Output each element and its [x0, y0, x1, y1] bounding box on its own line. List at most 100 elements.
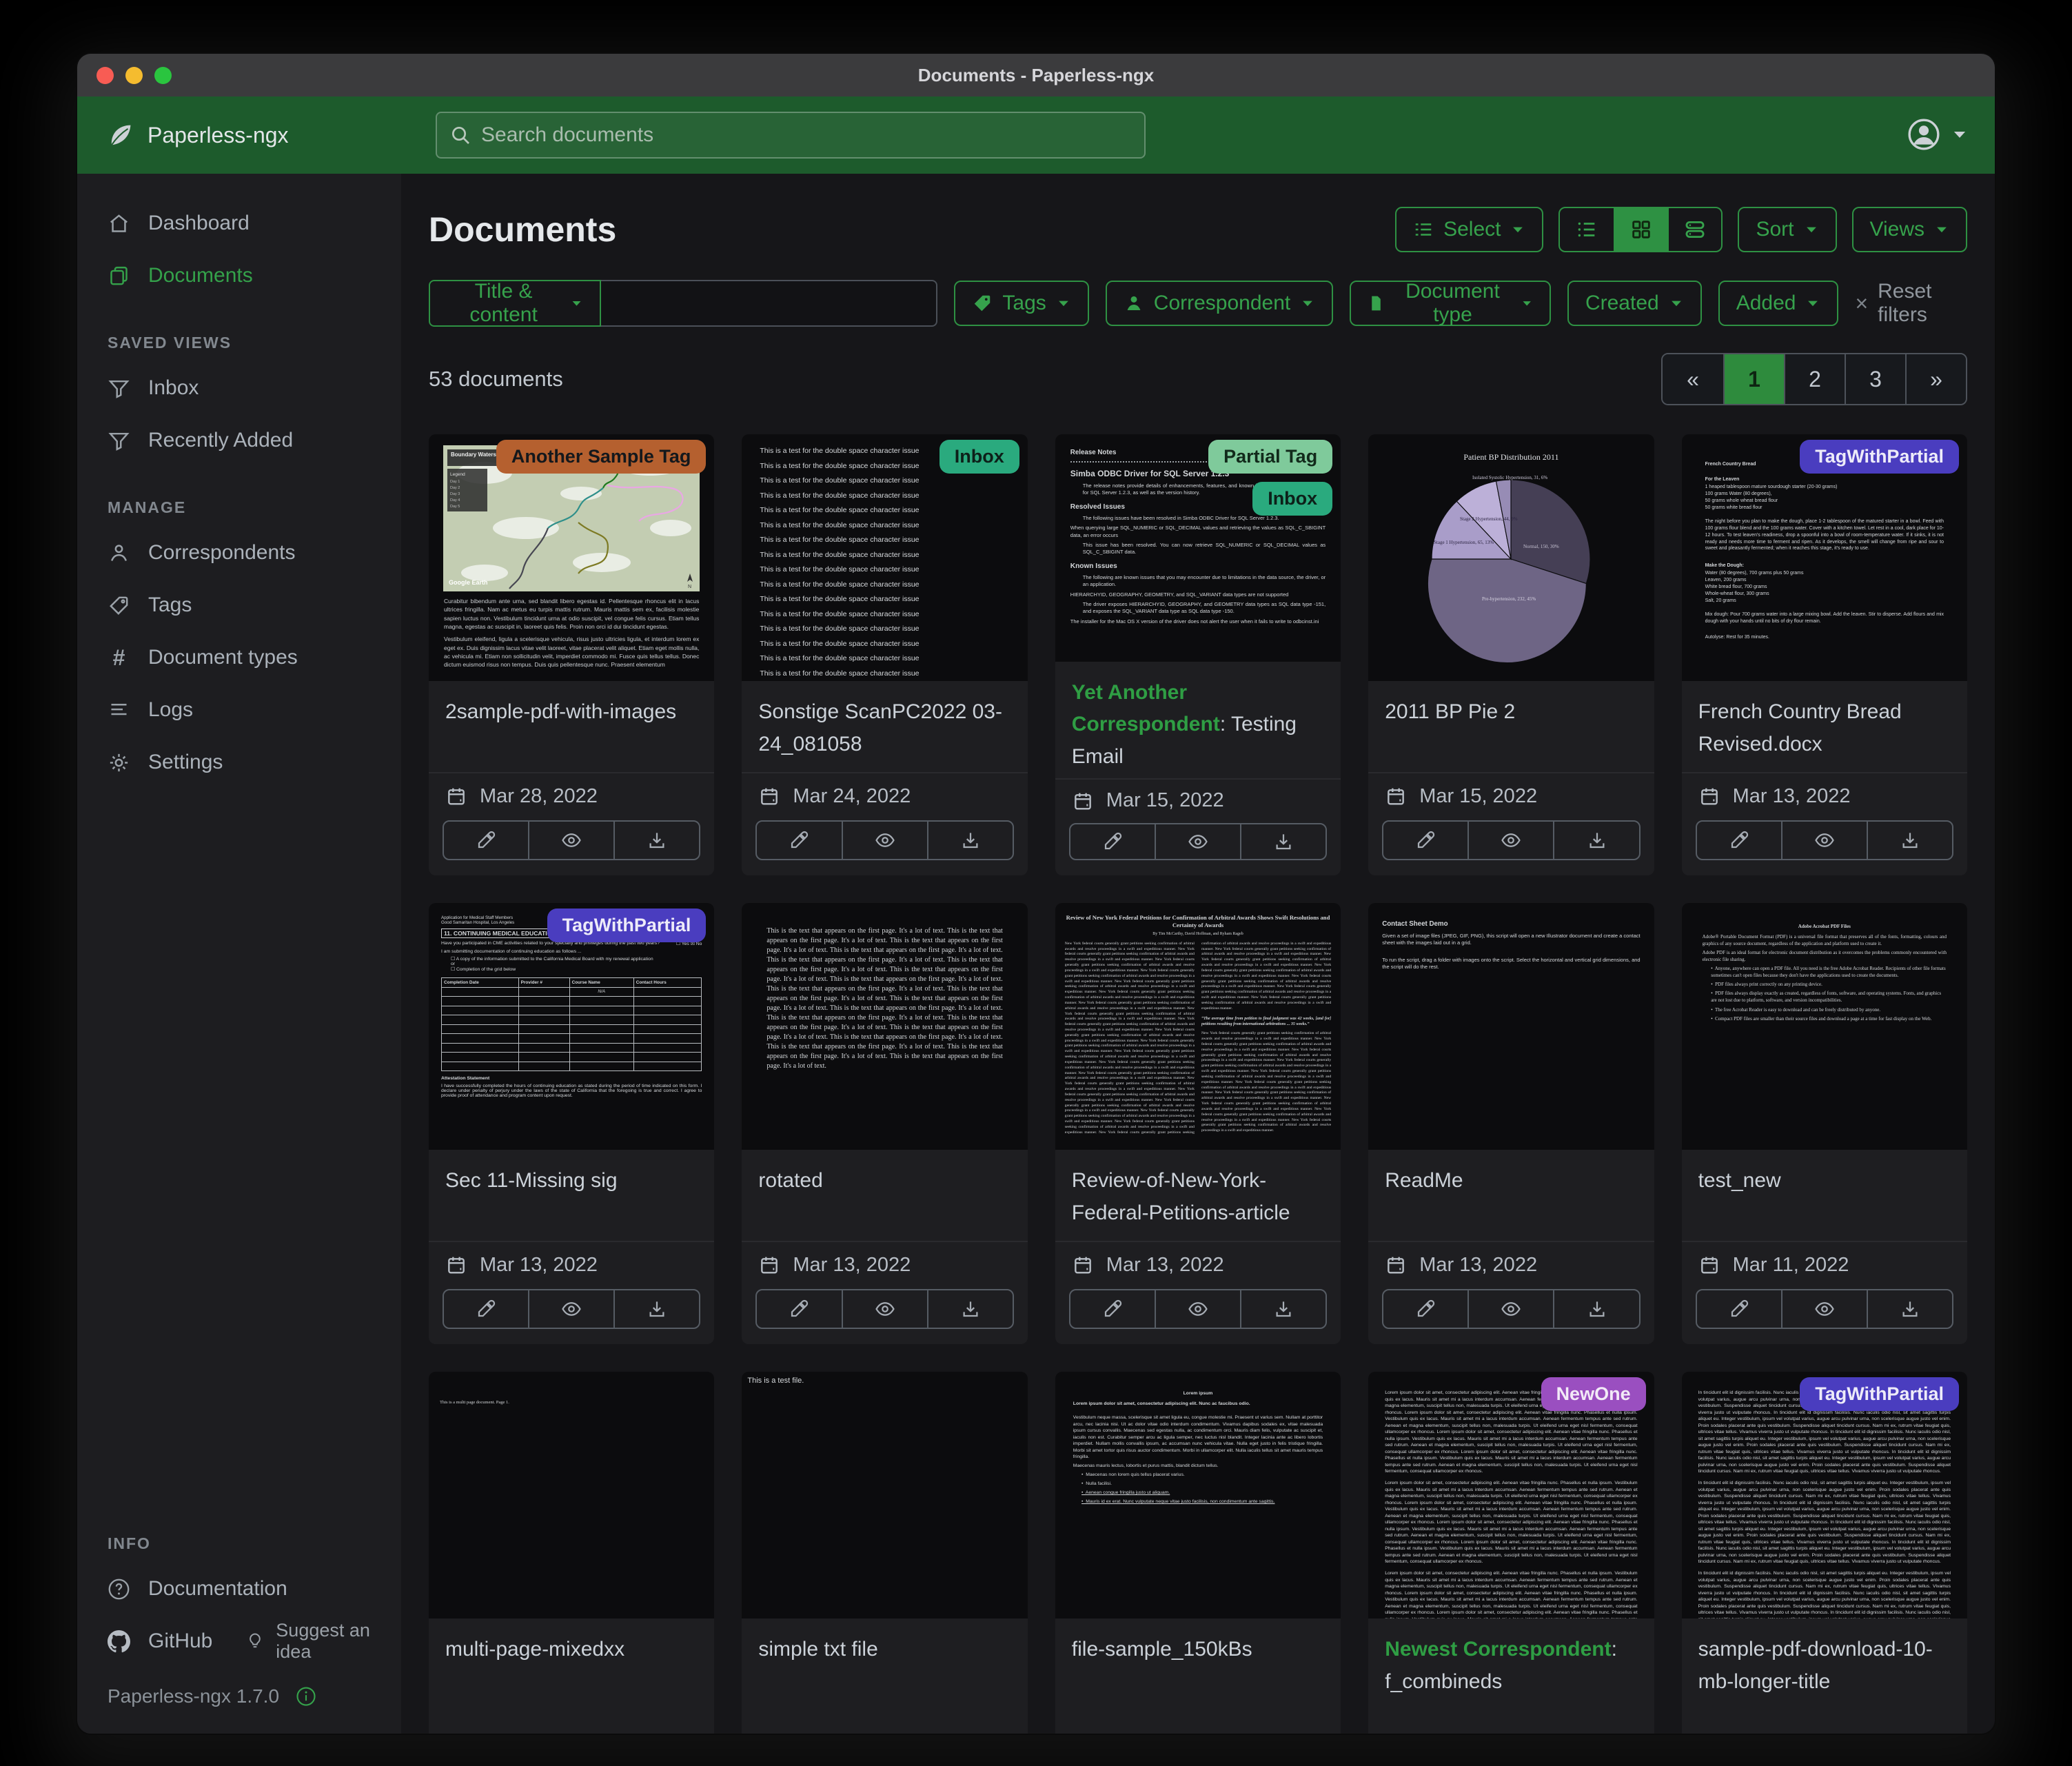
- view-button[interactable]: [528, 1290, 613, 1328]
- view-button[interactable]: [842, 1290, 927, 1328]
- tag-badge[interactable]: NewOne: [1541, 1377, 1646, 1411]
- sidebar-item-document-types[interactable]: #Document types: [77, 631, 401, 684]
- sidebar-item-correspondents[interactable]: Correspondents: [77, 527, 401, 579]
- document-title[interactable]: Sonstige ScanPC2022 03-24_081058: [742, 681, 1027, 773]
- document-count: 53 documents: [429, 367, 563, 392]
- tag-badge[interactable]: Partial Tag: [1208, 440, 1332, 474]
- view-button[interactable]: [1155, 1290, 1240, 1328]
- views-button[interactable]: Views: [1852, 207, 1967, 252]
- tags-filter-button[interactable]: Tags: [954, 281, 1088, 326]
- user-menu[interactable]: [1907, 117, 1969, 152]
- download-button[interactable]: [927, 822, 1013, 859]
- pagination-page-3[interactable]: 3: [1845, 354, 1905, 404]
- select-button[interactable]: Select: [1395, 207, 1543, 252]
- sidebar-item-documentation[interactable]: Documentation: [77, 1563, 401, 1615]
- document-thumbnail[interactable]: Contact Sheet DemoGiven a set of image f…: [1368, 903, 1654, 1150]
- svg-text:Day 4: Day 4: [450, 498, 460, 503]
- edit-button[interactable]: [1070, 1290, 1155, 1328]
- sidebar-item-suggest-idea[interactable]: Suggest an idea: [245, 1620, 401, 1663]
- download-button[interactable]: [613, 822, 699, 859]
- info-icon[interactable]: [296, 1686, 316, 1707]
- sidebar-item-recently-added[interactable]: Recently Added: [77, 414, 401, 467]
- document-thumbnail[interactable]: Lorem ipsumLorem ipsum dolor sit amet, c…: [1055, 1372, 1341, 1618]
- download-button[interactable]: [1867, 1290, 1952, 1328]
- list-view-button[interactable]: [1560, 208, 1614, 251]
- document-thumbnail[interactable]: This is a multi page document. Page 1.: [429, 1372, 714, 1618]
- sidebar-item-documents[interactable]: Documents: [77, 250, 401, 302]
- edit-button[interactable]: [757, 1290, 841, 1328]
- added-filter-button[interactable]: Added: [1718, 281, 1839, 326]
- sidebar-item-logs[interactable]: Logs: [77, 684, 401, 736]
- tag-badge[interactable]: TagWithPartial: [547, 909, 707, 942]
- title-content-filter-button[interactable]: Title & content: [429, 280, 601, 327]
- tag-badge[interactable]: Inbox: [939, 440, 1019, 474]
- title-content-filter-input[interactable]: [601, 280, 937, 327]
- document-title[interactable]: file-sample_150kBs: [1055, 1618, 1341, 1734]
- document-thumbnail[interactable]: This is the text that appears on the fir…: [742, 903, 1027, 1150]
- sidebar-item-dashboard[interactable]: Dashboard: [77, 197, 401, 250]
- document-title[interactable]: Newest Correspondent: f_combineds: [1368, 1618, 1654, 1734]
- edit-button[interactable]: [444, 1290, 528, 1328]
- document-title[interactable]: multi-page-mixedxx: [429, 1618, 714, 1734]
- correspondent-filter-button[interactable]: Correspondent: [1106, 281, 1333, 326]
- edit-button[interactable]: [444, 822, 528, 859]
- document-title[interactable]: sample-pdf-download-10-mb-longer-title: [1682, 1618, 1967, 1734]
- download-button[interactable]: [1240, 824, 1326, 859]
- document-title[interactable]: Review-of-New-York-Federal-Petitions-art…: [1055, 1150, 1341, 1242]
- brand[interactable]: Paperless-ngx: [106, 121, 289, 150]
- document-title[interactable]: Sec 11-Missing sig: [429, 1150, 714, 1242]
- document-title[interactable]: Yet Another Correspondent: Testing Email: [1055, 662, 1341, 780]
- sidebar-item-inbox[interactable]: Inbox: [77, 362, 401, 414]
- view-button[interactable]: [1781, 822, 1867, 859]
- document-title[interactable]: test_new: [1682, 1150, 1967, 1242]
- created-filter-button[interactable]: Created: [1567, 281, 1702, 326]
- sidebar-item-label: Recently Added: [148, 429, 293, 452]
- download-button[interactable]: [1867, 822, 1952, 859]
- document-title[interactable]: rotated: [742, 1150, 1027, 1242]
- grid-view-button[interactable]: [1614, 208, 1667, 251]
- pagination-page-2[interactable]: 2: [1784, 354, 1845, 404]
- download-button[interactable]: [927, 1290, 1013, 1328]
- sidebar-item-settings[interactable]: Settings: [77, 736, 401, 789]
- view-button[interactable]: [1781, 1290, 1867, 1328]
- download-button[interactable]: [1553, 822, 1638, 859]
- tag-badge[interactable]: TagWithPartial: [1800, 1377, 1959, 1411]
- document-type-filter-button[interactable]: Document type: [1350, 281, 1551, 326]
- sidebar-item-github[interactable]: GitHub: [108, 1630, 212, 1653]
- reset-filters-button[interactable]: × Reset filters: [1855, 280, 1967, 327]
- tag-badge[interactable]: Inbox: [1252, 482, 1332, 516]
- document-title[interactable]: simple txt file: [742, 1618, 1027, 1734]
- download-button[interactable]: [1240, 1290, 1326, 1328]
- document-thumbnail[interactable]: This is a test file.: [742, 1372, 1027, 1618]
- card-view-button[interactable]: [1667, 208, 1721, 251]
- view-button[interactable]: [1467, 1290, 1553, 1328]
- document-title[interactable]: ReadMe: [1368, 1150, 1654, 1242]
- pagination-prev[interactable]: «: [1663, 354, 1723, 404]
- sidebar-item-label: Documentation: [148, 1577, 287, 1601]
- search-input[interactable]: [481, 123, 1132, 147]
- edit-button[interactable]: [1697, 822, 1781, 859]
- edit-button[interactable]: [1070, 824, 1155, 859]
- view-button[interactable]: [1467, 822, 1553, 859]
- document-thumbnail[interactable]: Adobe Acrobat PDF FilesAdobe® Portable D…: [1682, 903, 1967, 1150]
- download-button[interactable]: [613, 1290, 699, 1328]
- sidebar-item-tags[interactable]: Tags: [77, 579, 401, 631]
- view-button[interactable]: [1155, 824, 1240, 859]
- document-thumbnail[interactable]: Patient BP Distribution 2011 Normal, 150…: [1368, 434, 1654, 681]
- document-title[interactable]: 2sample-pdf-with-images: [429, 681, 714, 773]
- pagination-page-1[interactable]: 1: [1723, 354, 1784, 404]
- edit-button[interactable]: [757, 822, 841, 859]
- download-button[interactable]: [1553, 1290, 1638, 1328]
- view-button[interactable]: [528, 822, 613, 859]
- document-thumbnail[interactable]: Review of New York Federal Petitions for…: [1055, 903, 1341, 1150]
- edit-button[interactable]: [1697, 1290, 1781, 1328]
- edit-button[interactable]: [1383, 1290, 1467, 1328]
- document-title[interactable]: 2011 BP Pie 2: [1368, 681, 1654, 773]
- sort-button[interactable]: Sort: [1738, 207, 1836, 252]
- tag-badge[interactable]: TagWithPartial: [1800, 440, 1959, 474]
- view-button[interactable]: [842, 822, 927, 859]
- pagination-next[interactable]: »: [1905, 354, 1966, 404]
- tag-badge[interactable]: Another Sample Tag: [496, 440, 707, 474]
- document-title[interactable]: French Country Bread Revised.docx: [1682, 681, 1967, 773]
- edit-button[interactable]: [1383, 822, 1467, 859]
